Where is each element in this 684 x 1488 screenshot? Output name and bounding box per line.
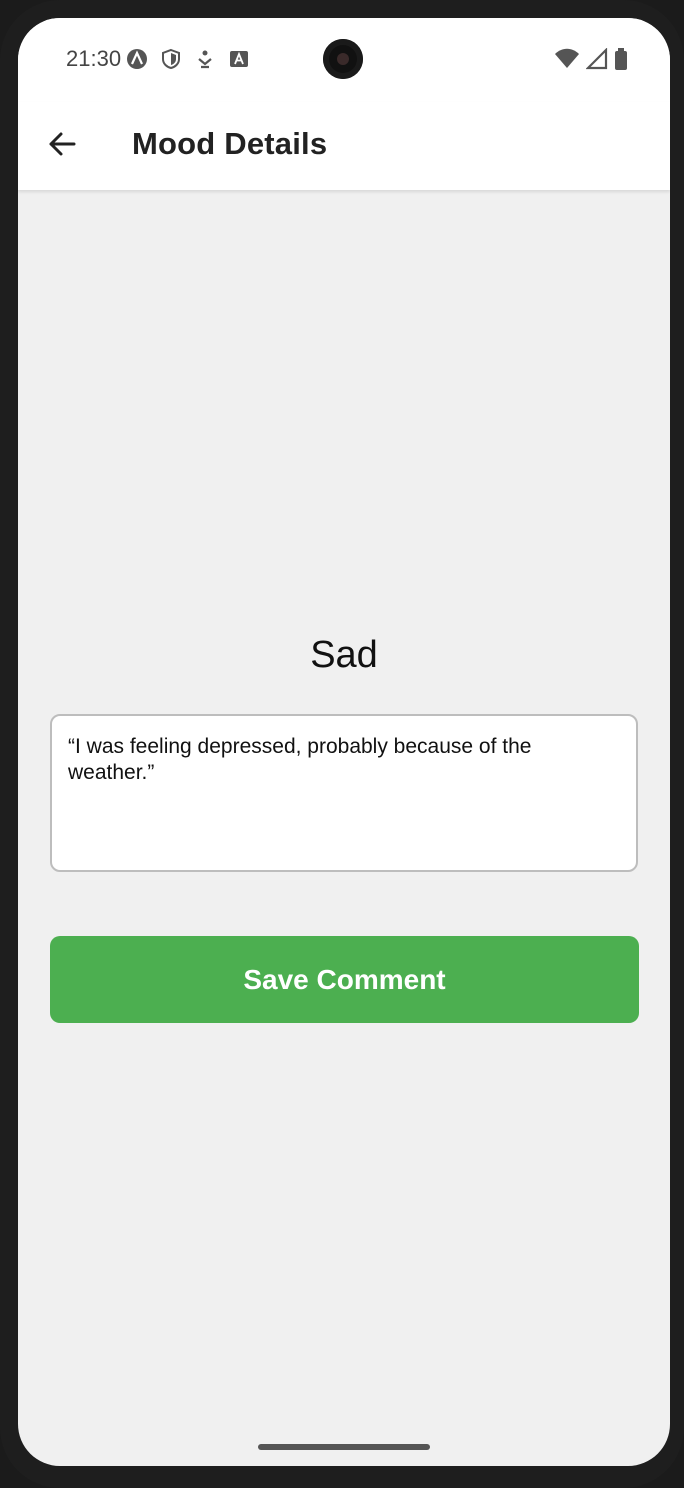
arrow-left-icon xyxy=(47,129,77,164)
screen: 21:30 Mood Details Sad “I was feeling de… xyxy=(18,18,670,1466)
home-indicator[interactable] xyxy=(258,1444,430,1450)
download-icon xyxy=(194,48,216,75)
signal-icon xyxy=(585,47,608,75)
back-button[interactable] xyxy=(38,122,86,170)
status-icons-left xyxy=(126,48,250,75)
status-icons-right xyxy=(554,47,628,75)
wifi-icon xyxy=(554,48,580,75)
status-bar: 21:30 xyxy=(18,18,670,102)
front-camera xyxy=(323,39,363,79)
battery-icon xyxy=(614,48,628,75)
status-time: 21:30 xyxy=(66,46,122,71)
mood-label: Sad xyxy=(310,634,378,676)
device-frame: 21:30 Mood Details Sad “I was feeling de… xyxy=(0,0,684,1488)
font-a-icon xyxy=(228,48,250,75)
app-bar: Mood Details xyxy=(18,102,670,190)
shield-icon xyxy=(160,48,182,75)
comment-input[interactable]: “I was feeling depressed, probably becau… xyxy=(50,714,638,872)
save-comment-button[interactable]: Save Comment xyxy=(50,936,639,1023)
page-title: Mood Details xyxy=(132,126,328,161)
app-a-icon xyxy=(126,48,148,75)
